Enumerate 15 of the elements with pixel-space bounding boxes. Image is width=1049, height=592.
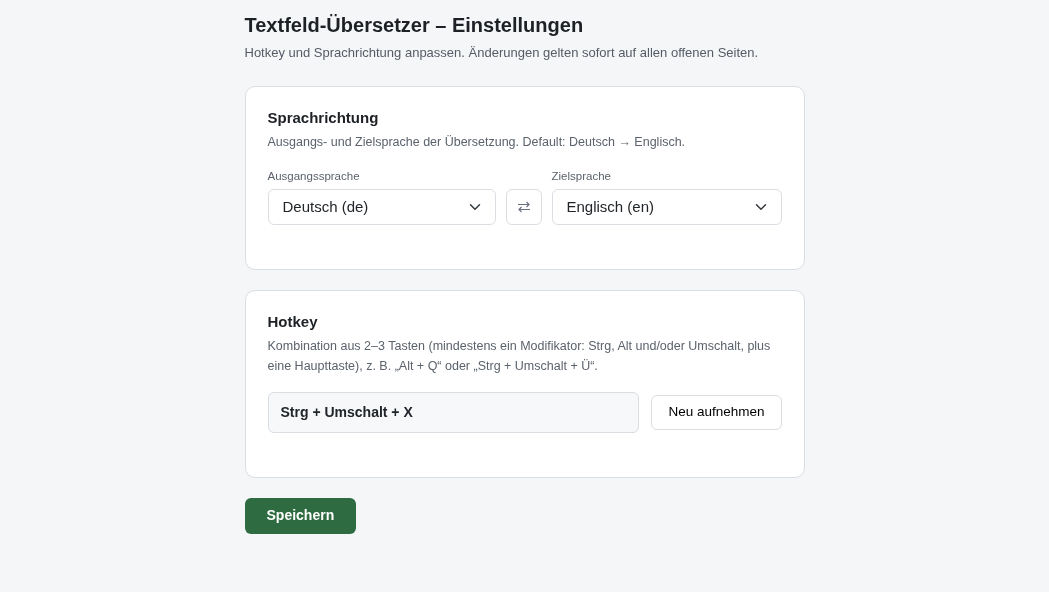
hotkey-field[interactable]: Strg + Umschalt + X <box>267 391 640 433</box>
page-title: Textfeld-Übersetzer – Einstellungen <box>244 13 585 37</box>
card-title: Sprachrichtung <box>267 107 380 128</box>
page-subtitle: Hotkey und Sprachrichtung anpassen. Änderungen gelten sofort auf allen offenen Seiten. <box>244 44 760 62</box>
swap-icon <box>516 200 531 213</box>
target-language-select[interactable]: Englisch (en) <box>551 188 782 225</box>
field-label: Ausgangssprache <box>267 169 361 185</box>
card-description: Ausgangs- und Zielsprache der Übersetzung. Default: Deutsch → Englisch. <box>267 134 687 151</box>
source-language-select[interactable]: Deutsch (de) <box>267 188 496 225</box>
swap-button[interactable] <box>505 188 542 225</box>
card-title: Hotkey <box>267 311 319 332</box>
record-button[interactable]: Neu aufnehmen <box>651 394 782 430</box>
save-button[interactable]: Speichern <box>244 497 357 534</box>
card-description: Kombination aus 2–3 Tasten (mindestens ein Modifikator: Strg, Alt und/oder Umschalt, plus eine Haupttaste), z. B. „Alt + Q“ oder „Strg + Umschalt + Ü“. <box>267 338 772 375</box>
field-label: Zielsprache <box>551 169 612 185</box>
